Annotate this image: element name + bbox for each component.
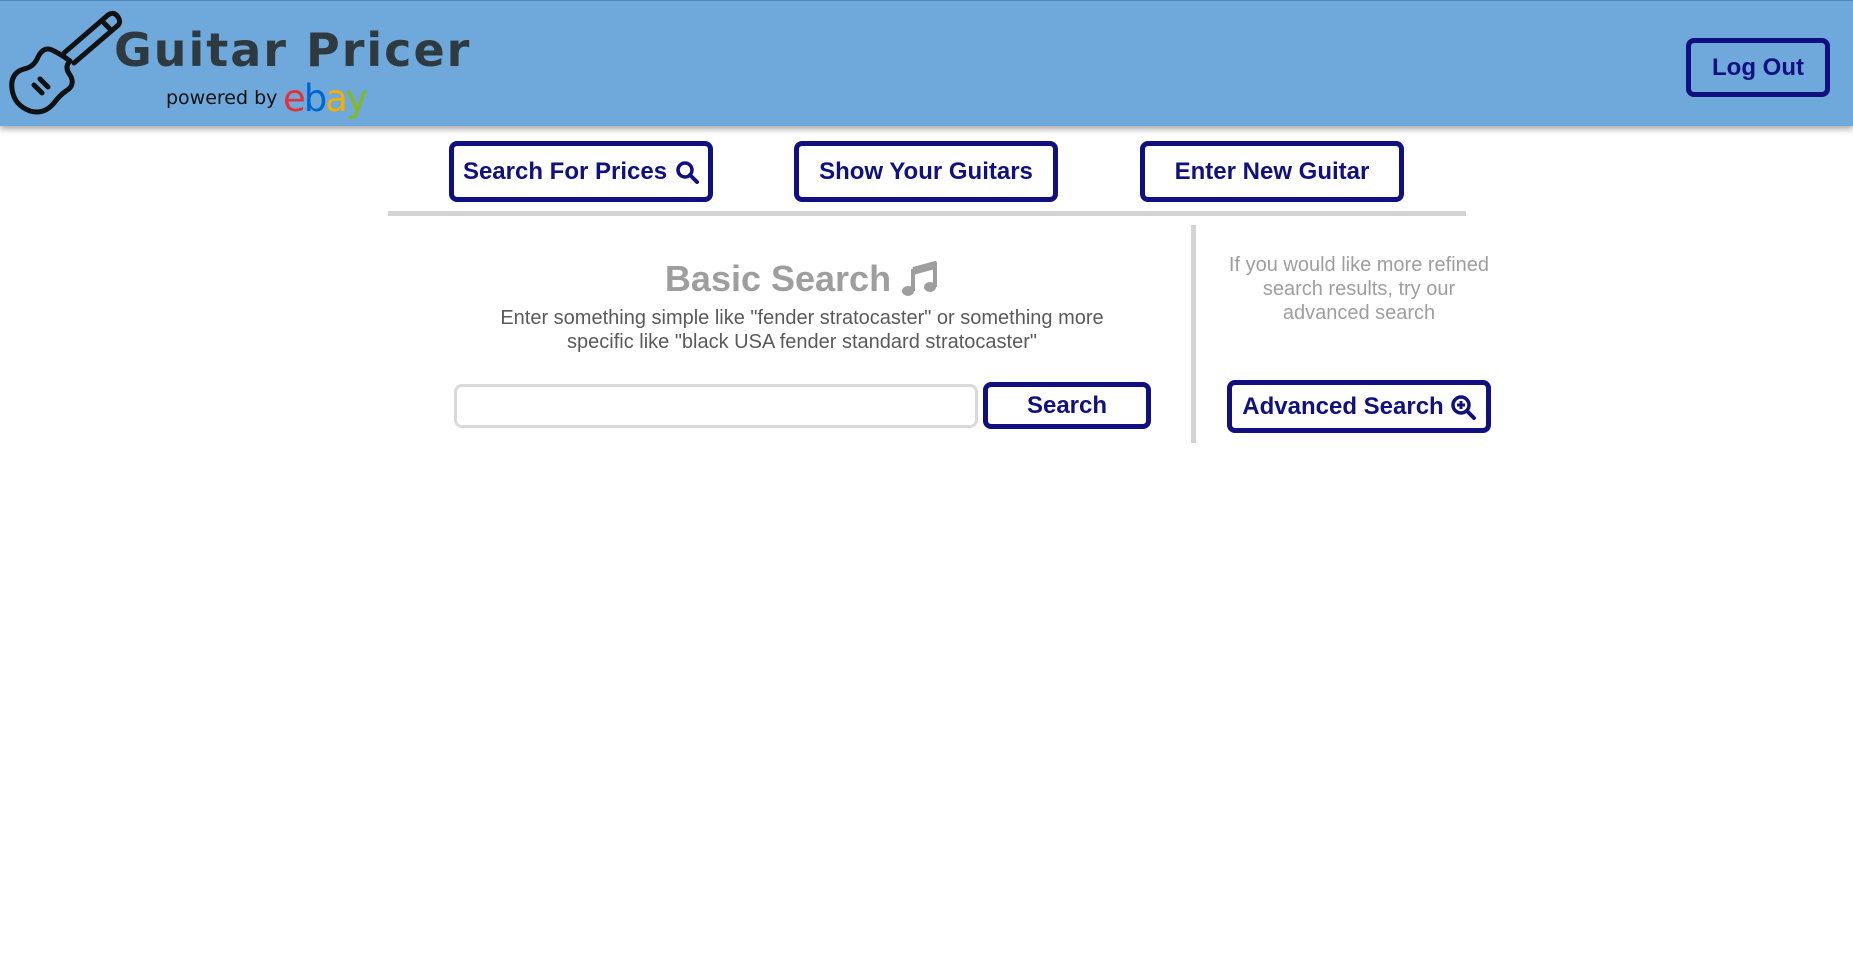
search-icon bbox=[676, 160, 700, 184]
ebay-letter-y: y bbox=[345, 77, 368, 120]
zoom-in-icon bbox=[1450, 394, 1476, 420]
search-for-prices-label: Search For Prices bbox=[462, 157, 668, 185]
basic-search-title: Basic Search bbox=[664, 258, 892, 299]
basic-search-input[interactable] bbox=[454, 384, 978, 428]
search-for-prices-button[interactable]: Search For Prices bbox=[449, 141, 713, 202]
enter-new-guitar-label: Enter New Guitar bbox=[1174, 157, 1370, 185]
logout-button[interactable]: Log Out bbox=[1686, 38, 1830, 97]
basic-search-button-label: Search bbox=[1026, 391, 1108, 419]
advanced-search-label: Advanced Search bbox=[1242, 392, 1444, 420]
app-header: Guitar Pricer powered by ebay Log Out bbox=[0, 0, 1853, 126]
basic-search-button[interactable]: Search bbox=[983, 382, 1151, 429]
basic-search-description: Enter something simple like "fender stra… bbox=[500, 307, 1104, 353]
brand-title: Guitar Pricer bbox=[114, 23, 472, 77]
section-divider bbox=[1191, 225, 1196, 443]
logout-label: Log Out bbox=[1712, 53, 1804, 81]
enter-new-guitar-button[interactable]: Enter New Guitar bbox=[1140, 141, 1404, 202]
show-your-guitars-label: Show Your Guitars bbox=[819, 157, 1033, 185]
guitar-icon bbox=[9, 10, 123, 115]
advanced-search-hint: If you would like more refined search re… bbox=[1228, 254, 1490, 324]
nav-divider bbox=[388, 211, 1466, 216]
ebay-logo: ebay bbox=[283, 77, 368, 120]
music-note-icon bbox=[902, 261, 938, 296]
show-your-guitars-button[interactable]: Show Your Guitars bbox=[794, 141, 1058, 202]
ebay-letter-e: e bbox=[283, 77, 306, 120]
basic-search-heading: Basic Search bbox=[480, 258, 1124, 300]
ebay-letter-a: a bbox=[325, 77, 348, 120]
ebay-letter-b: b bbox=[303, 77, 327, 120]
advanced-search-button[interactable]: Advanced Search bbox=[1227, 380, 1491, 433]
powered-by-label: powered by bbox=[166, 87, 278, 109]
